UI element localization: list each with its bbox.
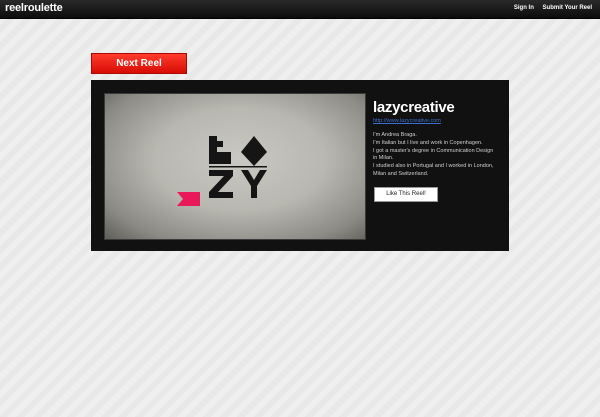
bio-line: in Milan. bbox=[373, 155, 394, 162]
reel-panel: lazycreative http://www.lazycreative.com… bbox=[91, 80, 509, 251]
reel-bio: I'm Andrea Braga. I'm Italian but I live… bbox=[373, 132, 503, 179]
site-logo[interactable]: reelroulette bbox=[5, 2, 63, 14]
next-reel-button[interactable]: Next Reel bbox=[91, 53, 187, 74]
top-navigation-bar: reelroulette Sign In Submit Your Reel bbox=[0, 0, 600, 19]
bio-line: I got a master's degree in Communication… bbox=[373, 147, 494, 154]
reel-video-player[interactable] bbox=[104, 93, 366, 240]
reel-title: lazycreative bbox=[373, 99, 455, 116]
reel-url-link[interactable]: http://www.lazycreative.com bbox=[373, 118, 441, 124]
flag-icon bbox=[177, 192, 200, 206]
bio-line: I studied also in Portugal and I worked … bbox=[373, 163, 494, 170]
bio-line: I'm Andrea Braga. bbox=[373, 132, 417, 138]
video-frame-image bbox=[177, 136, 267, 206]
bio-line: I'm Italian but I live and work in Copen… bbox=[373, 139, 483, 146]
like-reel-button[interactable]: Like This Reel! bbox=[374, 187, 438, 202]
top-links: Sign In Submit Your Reel bbox=[507, 5, 592, 11]
sign-in-link[interactable]: Sign In bbox=[514, 5, 534, 11]
submit-reel-link[interactable]: Submit Your Reel bbox=[543, 5, 592, 11]
bio-line: Milan and Switzerland. bbox=[373, 170, 429, 177]
